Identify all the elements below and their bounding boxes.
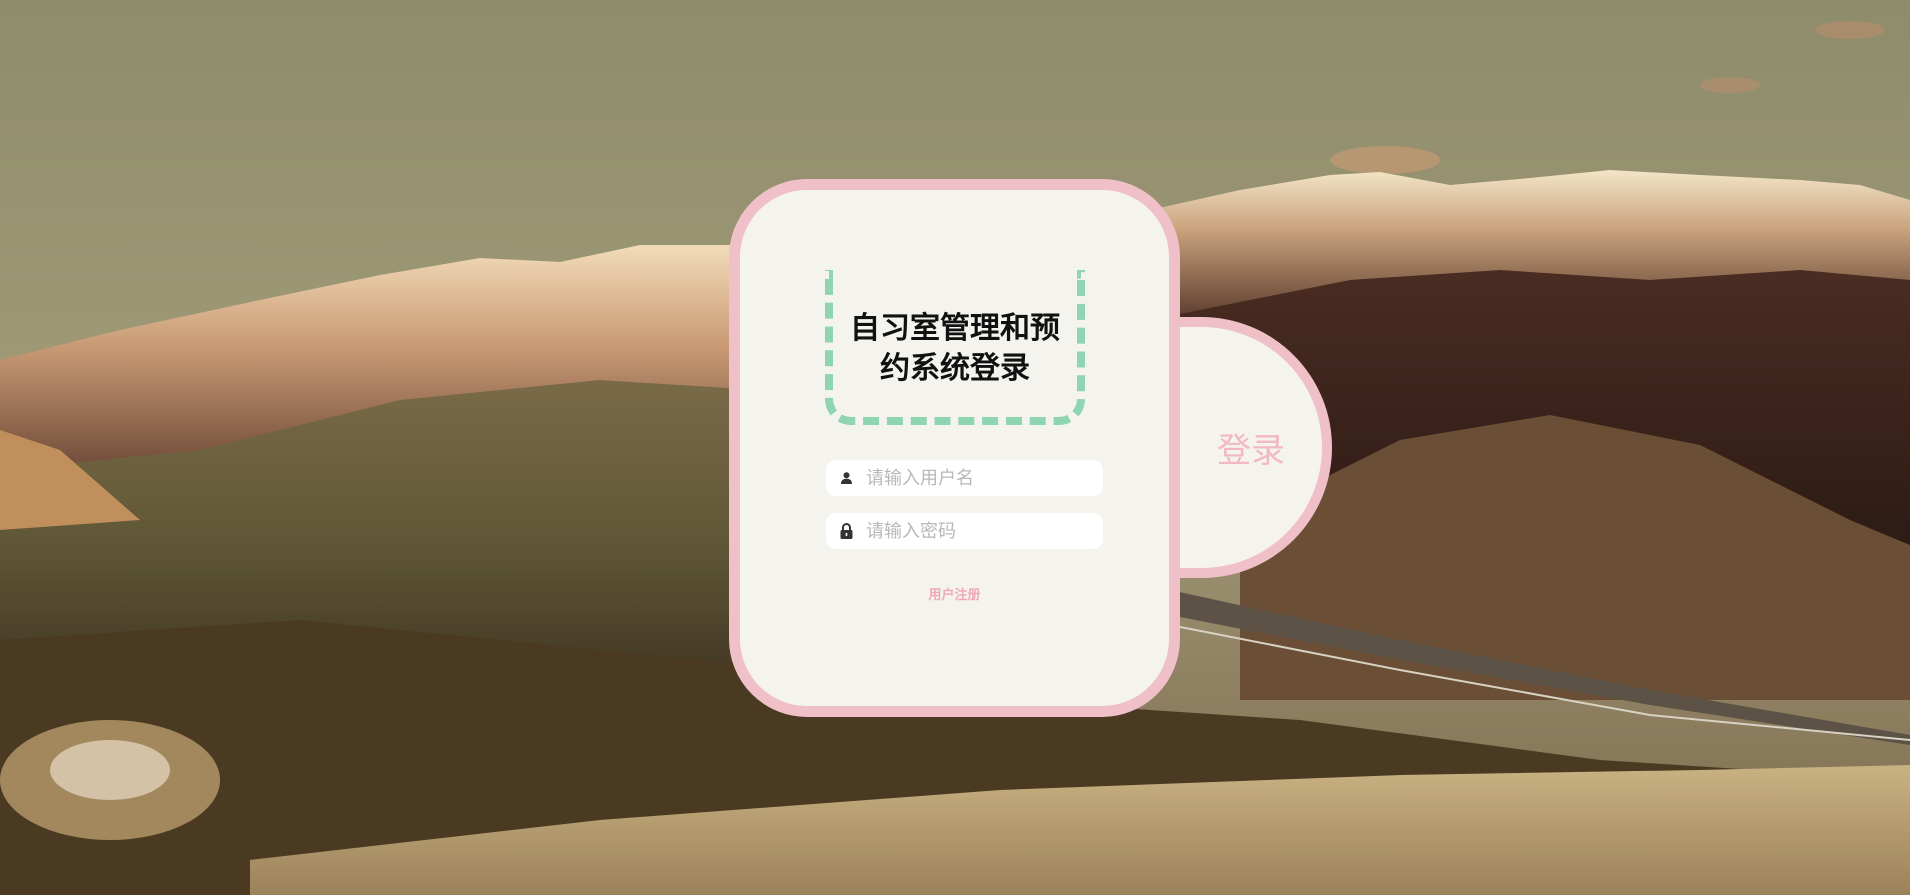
login-button-label: 登录	[1217, 431, 1285, 471]
user-icon	[838, 470, 854, 486]
username-field[interactable]	[826, 460, 1103, 496]
page-title: 自习室管理和预约系统登录	[850, 310, 1060, 386]
password-input[interactable]	[864, 519, 1098, 543]
username-input[interactable]	[864, 466, 1098, 490]
lock-icon	[838, 523, 854, 539]
register-link[interactable]: 用户注册	[740, 584, 1169, 603]
login-card: 自习室管理和预约系统登录 用户注册	[729, 179, 1180, 717]
password-field[interactable]	[826, 513, 1103, 549]
title-frame: 自习室管理和预约系统登录	[825, 270, 1085, 425]
